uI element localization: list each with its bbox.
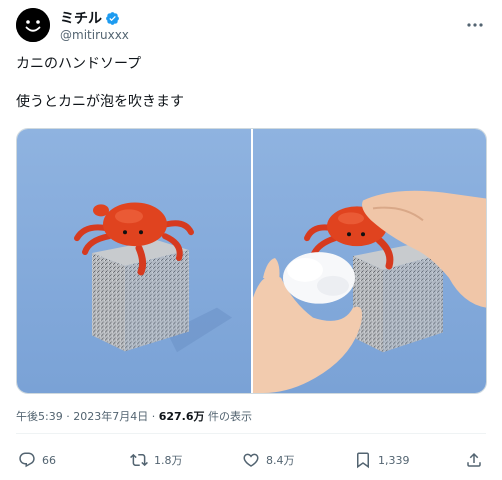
share-icon [465, 451, 483, 469]
action-bar: 66 1.8万 8.4万 1,339 [16, 449, 486, 471]
media-grid [16, 128, 487, 394]
retweet-button[interactable]: 1.8万 [130, 449, 183, 471]
display-name-row: ミチル [60, 9, 129, 27]
tweet-header: ミチル @mitiruxxx [16, 8, 490, 48]
like-count: 8.4万 [266, 454, 295, 467]
tweet-card: ミチル @mitiruxxx カニのハンドソープ 使うとカニが泡を吹きます 午後… [0, 0, 502, 480]
tweet-text-line: 使うとカニが泡を吹きます [16, 94, 184, 110]
media-photo-crab-foam[interactable] [253, 129, 486, 393]
bookmark-count: 1,339 [378, 453, 410, 467]
reply-button[interactable]: 66 [18, 449, 56, 471]
more-icon[interactable] [466, 14, 484, 27]
meta-separator: · [62, 410, 74, 423]
tweet-text: カニのハンドソープ 使うとカニが泡を吹きます [16, 55, 184, 111]
retweet-count: 1.8万 [154, 454, 183, 467]
tweet-date[interactable]: 2023年7月4日 [73, 410, 148, 423]
tweet-meta: 午後5:39 · 2023年7月4日 · 627.6万 件の表示 [16, 408, 252, 424]
meta-separator: · [148, 410, 159, 423]
divider [16, 433, 486, 434]
reply-count: 66 [42, 453, 56, 467]
views-label: 件の表示 [204, 410, 252, 423]
media-photo-crab-on-block[interactable] [17, 129, 251, 393]
tweet-text-line: カニのハンドソープ [16, 56, 142, 72]
author-names: ミチル @mitiruxxx [60, 9, 129, 42]
share-button[interactable] [465, 449, 483, 471]
bookmark-button[interactable]: 1,339 [354, 449, 410, 471]
verified-icon [105, 11, 120, 26]
smiley-avatar-icon [16, 8, 50, 42]
display-name[interactable]: ミチル [60, 8, 102, 28]
reply-icon [18, 451, 36, 469]
retweet-icon [130, 451, 148, 469]
like-icon [242, 451, 260, 469]
views-count[interactable]: 627.6万 [159, 410, 205, 423]
tweet-time[interactable]: 午後5:39 [16, 410, 63, 423]
like-button[interactable]: 8.4万 [242, 449, 295, 471]
avatar[interactable] [16, 8, 50, 42]
bookmark-icon [354, 451, 372, 469]
author-handle[interactable]: @mitiruxxx [60, 28, 129, 42]
